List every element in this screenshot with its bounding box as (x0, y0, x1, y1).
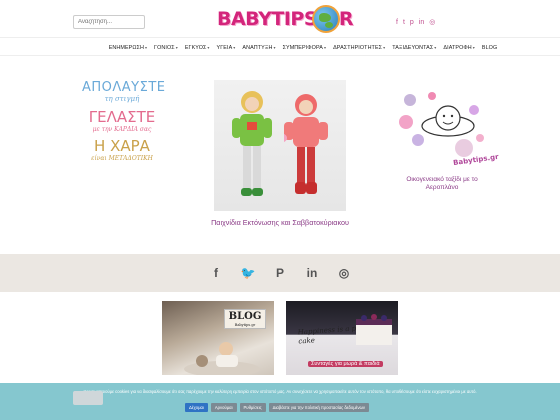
quote-line-1-sub: τη στιγμή (104, 95, 140, 103)
chevron-down-icon: ▾ (323, 44, 327, 50)
chevron-down-icon: ▾ (175, 44, 178, 50)
page: BABYTIPS.GR f t p in ◎ ΕΝΗΜΕΡΩΣΗ▾ΓΟΝΙΟΣ▾… (0, 0, 560, 420)
nav-item-1[interactable]: ΓΟΝΙΟΣ▾ (154, 45, 178, 51)
pinterest-icon[interactable]: p (410, 19, 414, 27)
header-social-links: f t p in ◎ (396, 19, 435, 27)
blog-sign: BLOG Babytips.gr (224, 309, 266, 329)
quote-line-2: ΓΕΛΑΣΤΕ (88, 108, 156, 126)
linkedin-icon[interactable]: in (305, 266, 319, 280)
nav-item-3[interactable]: ΥΓΕΙΑ▾ (217, 45, 236, 51)
feature-image[interactable] (214, 80, 346, 211)
chevron-down-icon: ▾ (144, 44, 148, 50)
blog-sign-sub: Babytips.gr (234, 323, 256, 327)
twitter-icon[interactable]: t (403, 19, 405, 27)
nav-item-2[interactable]: ΕΓΚΥΟΣ▾ (185, 45, 210, 51)
facebook-icon[interactable]: f (209, 266, 223, 280)
baby-photo (184, 342, 260, 375)
privacy-policy-button[interactable]: Διαβάστε για την πολιτική προστασίας δεδ… (268, 403, 369, 412)
nav-item-label: ΔΡΑΣΤΗΡΙΟΤΗΤΕΣ (333, 44, 383, 51)
nav-item-label: ΔΙΑΤΡΟΦΗ (443, 44, 472, 51)
nav-item-label: BLOG (481, 44, 498, 51)
instagram-icon[interactable]: ◎ (337, 266, 351, 280)
nav-item-label: ΑΝΑΠΤΥΞΗ (242, 44, 273, 51)
travel-caption-link[interactable]: Οικογενειακό ταξίδι με το Αεροπλάνο (392, 176, 492, 192)
chevron-down-icon: ▾ (383, 44, 386, 50)
globe-logo-icon (312, 5, 340, 33)
nav-item-label: ΓΟΝΙΟΣ (154, 44, 175, 51)
quote-line-1: ΑΠΟΛΑΥΣΤΕ (82, 80, 166, 95)
chevron-down-icon: ▾ (233, 44, 236, 50)
cookie-buttons: Δέχομαι Αρνούμαι Ρυθμίσεις Διαβάστε για … (185, 403, 369, 412)
nav-item-7[interactable]: ΤΑΞΙΔΕΥΟΝΤΑΣ▾ (392, 45, 436, 51)
site-header: BABYTIPS.GR f t p in ◎ (0, 0, 560, 38)
scroll-top-button[interactable] (73, 391, 103, 405)
nav-item-6[interactable]: ΔΡΑΣΤΗΡΙΟΤΗΤΕΣ▾ (333, 45, 385, 51)
nav-item-label: ΕΝΗΜΕΡΩΣΗ (108, 44, 144, 51)
chevron-down-icon: ▾ (472, 44, 475, 50)
cookie-settings-button[interactable]: Ρυθμίσεις (239, 403, 266, 412)
cookie-decline-button[interactable]: Αρνούμαι (210, 403, 237, 412)
chevron-down-icon: ▾ (207, 44, 210, 50)
linkedin-icon[interactable]: in (419, 19, 424, 27)
quote-line-3-sub: είναι ΜΕΤΑΔΟΤΙΚΗ (91, 155, 153, 162)
kid-green-hoodie (232, 91, 272, 196)
nav-item-9[interactable]: BLOG (482, 45, 497, 51)
instagram-icon[interactable]: ◎ (429, 19, 435, 27)
pinterest-icon[interactable]: P (273, 266, 287, 280)
nav-item-label: ΕΓΚΥΟΣ (184, 44, 207, 51)
nav-item-label: ΤΑΞΙΔΕΥΟΝΤΑΣ (392, 44, 434, 51)
cake-photo (356, 314, 392, 345)
nav-item-8[interactable]: ΔΙΑΤΡΟΦΗ▾ (443, 45, 474, 51)
nav-item-label: ΥΓΕΙΑ (216, 44, 233, 51)
quote-graphic: ΑΠΟΛΑΥΣΤΕ τη στιγμή ΓΕΛΑΣΤΕ με την ΚΑΡΔΙ… (82, 80, 166, 200)
recipes-tile[interactable]: Happiness is a piece of cake Συνταγές γι… (286, 301, 398, 375)
feature-caption-link[interactable]: Παιχνίδια Εκτόνωσης και Σαββατοκύριακου (195, 218, 365, 227)
blog-sign-text: BLOG (228, 311, 262, 322)
main-nav: ΕΝΗΜΕΡΩΣΗ▾ ΓΟΝΙΟΣ▾ ΕΓΚΥΟΣ▾ ΥΓΕΙΑ▾ ΑΝΑΠΤΥΞΗ▾ Σ… (0, 40, 560, 56)
recipes-caption: Συνταγές για μωρά & παιδιά (308, 361, 383, 367)
facebook-icon[interactable]: f (396, 19, 398, 27)
nav-item-0[interactable]: ΕΝΗΜΕΡΩΣΗ▾ (109, 45, 147, 51)
cookie-accept-button[interactable]: Δέχομαι (185, 403, 208, 412)
social-band: f 🐦 Pin ◎ (0, 254, 560, 292)
chevron-down-icon: ▾ (273, 44, 276, 50)
nav-item-label: ΣΥΜΠΕΡΙΦΟΡΑ (282, 44, 323, 51)
search-input[interactable] (73, 15, 145, 29)
kid-pink-hoodie (284, 94, 328, 194)
quote-line-2-sub: με την ΚΑΡΔΙΑ σας (92, 126, 152, 133)
nav-item-4[interactable]: ΑΝΑΠΤΥΞΗ▾ (242, 45, 275, 51)
chevron-down-icon: ▾ (434, 44, 437, 50)
twitter-icon[interactable]: 🐦 (241, 266, 256, 280)
blog-tile[interactable]: BLOG Babytips.gr (162, 301, 274, 375)
travel-graphic[interactable] (396, 88, 486, 166)
quote-line-3: Η ΧΑΡΑ (94, 137, 150, 155)
nav-item-5[interactable]: ΣΥΜΠΕΡΙΦΟΡΑ▾ (283, 45, 327, 51)
